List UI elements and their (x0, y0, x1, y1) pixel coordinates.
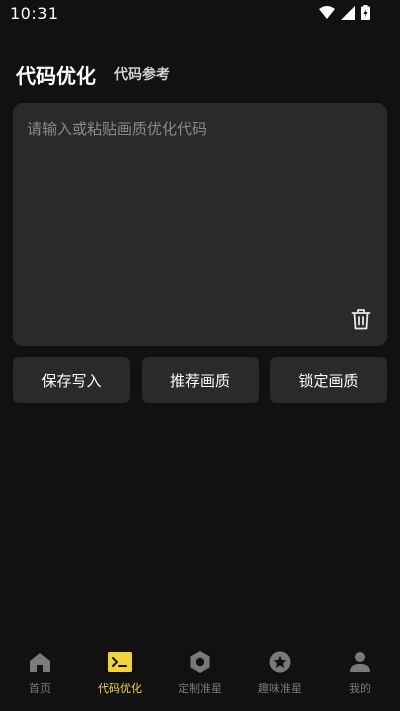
code-editor-card (13, 103, 387, 346)
nav-item-custom-crosshair[interactable]: 定制准星 (160, 647, 240, 696)
wifi-icon (319, 5, 335, 24)
page-title: 代码优化 (16, 64, 96, 88)
user-icon (348, 650, 372, 674)
battery-icon (361, 5, 370, 24)
nav-item-profile[interactable]: 我的 (320, 647, 400, 696)
clear-button[interactable] (349, 309, 373, 333)
app-screen: 10:31 代码优化 代码参考 请输入或粘贴画质优化代码 保存写入 推荐画质 锁… (0, 0, 400, 711)
hexagon-icon (188, 650, 212, 674)
nav-label-code-optimize: 代码优化 (98, 682, 142, 695)
home-icon (28, 650, 52, 674)
save-write-button[interactable]: 保存写入 (13, 357, 130, 403)
status-time: 10:31 (10, 4, 59, 23)
nav-item-fun-crosshair[interactable]: 趣味准星 (240, 647, 320, 696)
lock-quality-button[interactable]: 锁定画质 (270, 357, 387, 403)
status-icons (319, 5, 370, 24)
code-reference-link[interactable]: 代码参考 (114, 64, 170, 84)
star-circle-icon (268, 650, 292, 674)
bottom-nav: 首页 代码优化 定制准星 趣味准星 我的 (0, 647, 400, 711)
nav-label-profile: 我的 (349, 682, 371, 695)
action-buttons: 保存写入 推荐画质 锁定画质 (13, 357, 387, 403)
nav-item-code-optimize[interactable]: 代码优化 (80, 647, 160, 696)
nav-item-home[interactable]: 首页 (0, 647, 80, 696)
status-bar: 10:31 (0, 0, 400, 28)
trash-icon (351, 308, 371, 334)
nav-label-fun-crosshair: 趣味准星 (258, 682, 302, 695)
signal-icon (341, 5, 355, 24)
code-input[interactable] (13, 103, 387, 346)
recommended-quality-button[interactable]: 推荐画质 (141, 357, 259, 403)
nav-label-home: 首页 (29, 682, 51, 695)
terminal-icon (108, 650, 132, 674)
nav-label-custom-crosshair: 定制准星 (178, 682, 222, 695)
